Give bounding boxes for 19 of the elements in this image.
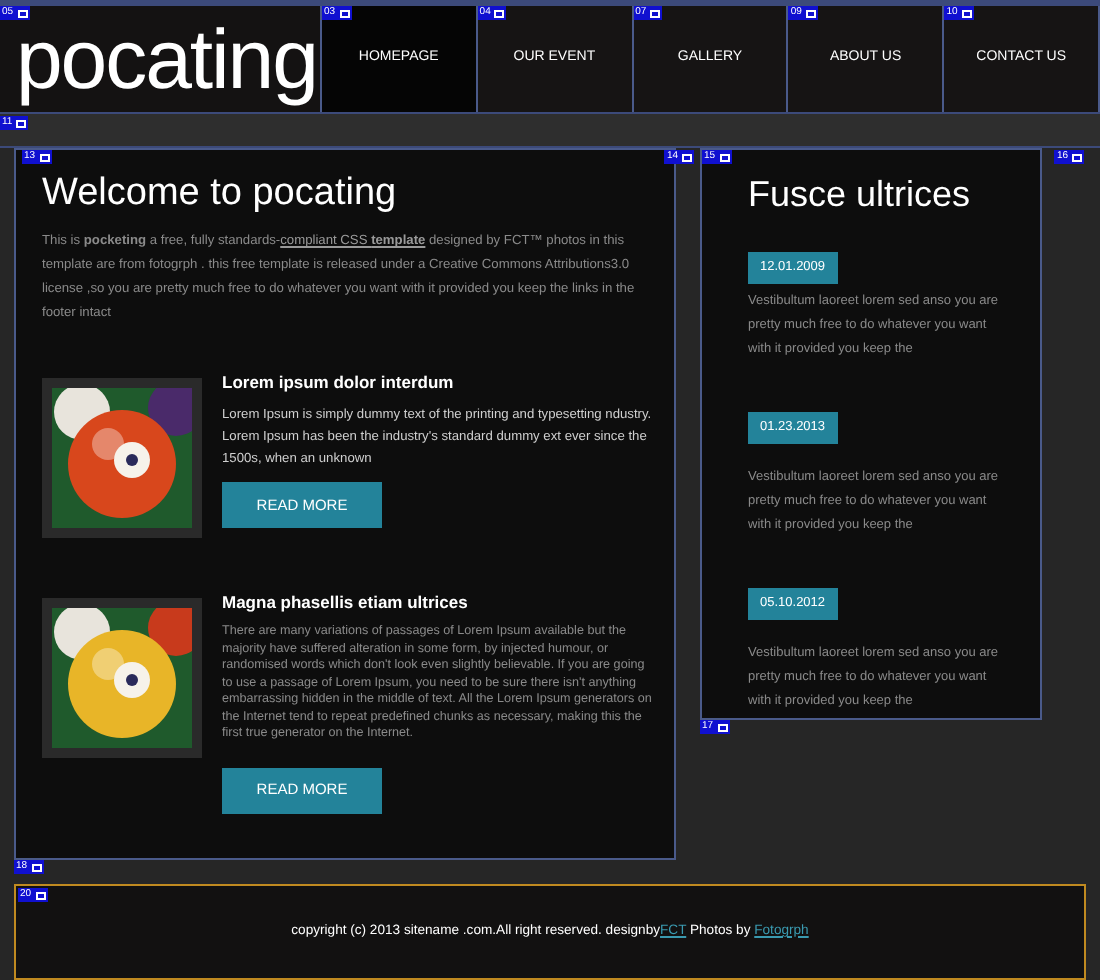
tag-icon	[717, 723, 728, 731]
tag-icon	[719, 153, 730, 161]
tag-icon	[39, 153, 50, 161]
tag-icon	[17, 9, 28, 17]
tag-icon	[1072, 153, 1082, 161]
tag-icon	[961, 9, 972, 17]
tag-icon	[31, 863, 42, 871]
tag-icon	[494, 9, 505, 17]
site-logo[interactable]: pocating	[16, 17, 317, 101]
tag-icon	[35, 891, 46, 899]
tag-icon	[650, 9, 661, 17]
tag-icon	[16, 119, 27, 127]
page-title: Welcome to pocating	[42, 170, 399, 218]
article-title: Lorem ipsum dolor interdum	[222, 370, 456, 394]
sidebar-title: Fusce ultrices	[748, 172, 973, 218]
tag-icon	[805, 9, 816, 17]
tag-icon	[339, 9, 350, 17]
tag-icon	[682, 153, 692, 161]
article-title: Magna phasellis etiam ultrices	[222, 590, 470, 614]
